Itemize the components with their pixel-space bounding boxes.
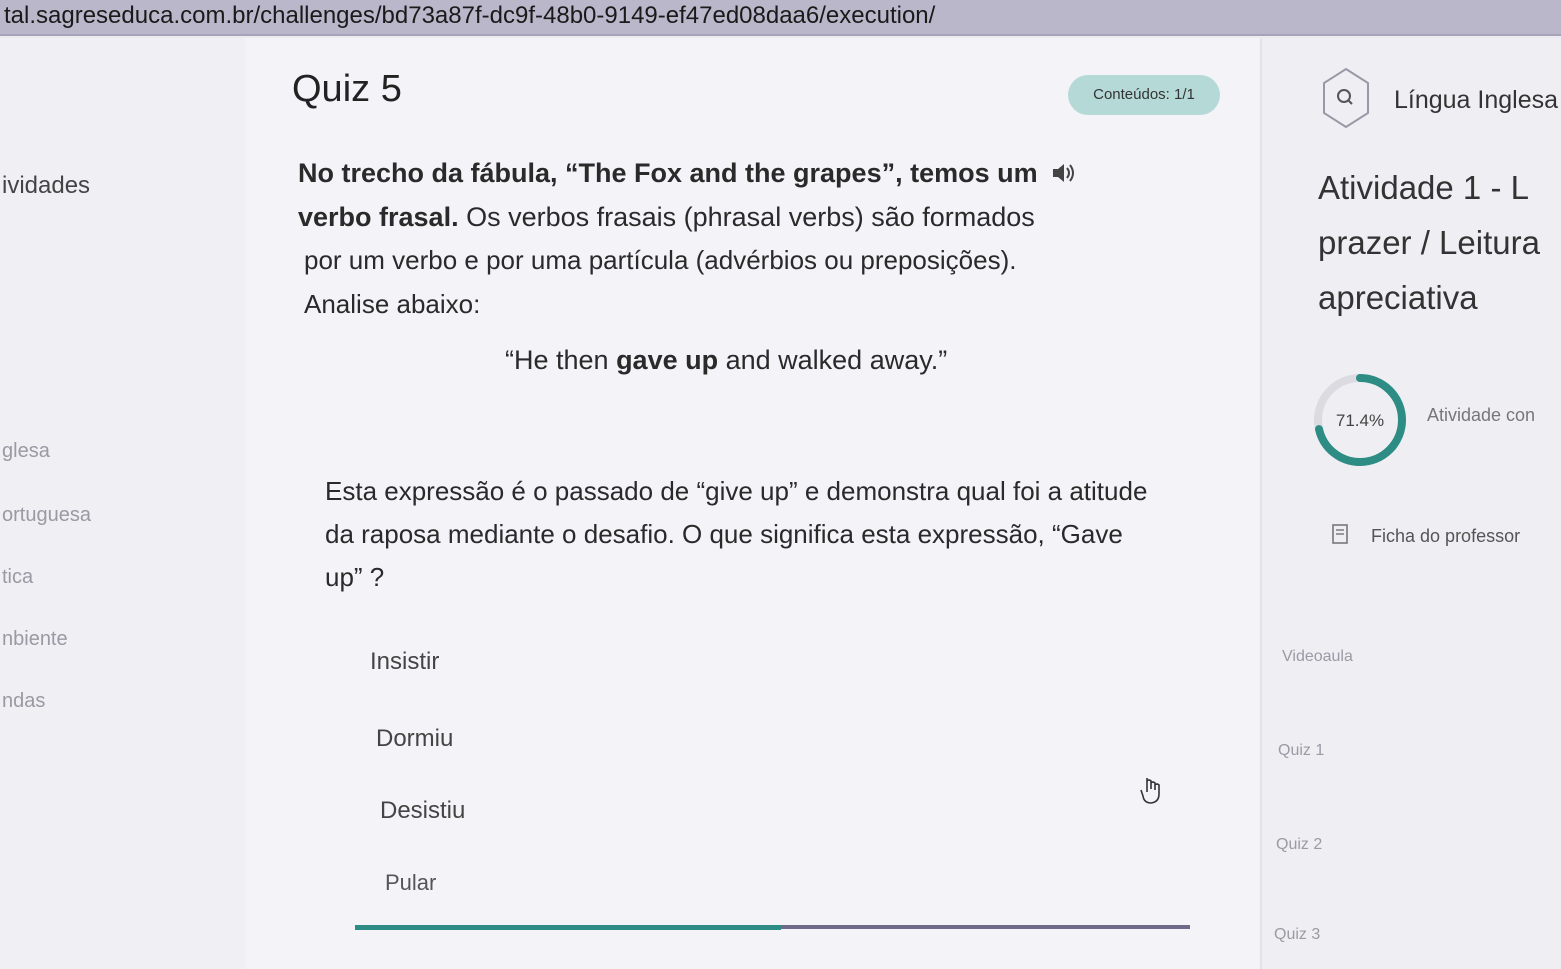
hand-cursor-icon <box>1138 775 1166 812</box>
subject-label: Língua Inglesa <box>1394 86 1559 114</box>
quote-start: “He then <box>505 345 617 375</box>
activity-title-line3: apreciativa <box>1318 279 1478 316</box>
sidebar-item-activities[interactable]: ividades <box>2 172 90 200</box>
question-normal-text: por um verbo e por uma partícula (advérb… <box>304 245 1017 275</box>
right-item-quiz-2[interactable]: Quiz 2 <box>1276 836 1322 854</box>
quote-text: “He then gave up and walked away.” <box>505 345 947 376</box>
sidebar-item-portuguese[interactable]: ortuguesa <box>2 504 91 527</box>
right-item-videoaula[interactable]: Videoaula <box>1282 648 1353 666</box>
answer-option-desistiu[interactable]: Desistiu <box>380 797 465 825</box>
sidebar: ividades glesa ortuguesa tica nbiente nd… <box>0 38 245 969</box>
browser-address-bar[interactable]: tal.sagreseduca.com.br/challenges/bd73a8… <box>0 0 1561 36</box>
sidebar-item-math[interactable]: tica <box>2 566 33 589</box>
progress-remaining <box>781 925 1190 929</box>
quote-highlight: gave up <box>616 345 719 375</box>
activity-title-line2: prazer / Leitura <box>1318 224 1540 261</box>
sidebar-item-environment[interactable]: nbiente <box>2 628 68 651</box>
question-bold-text-2: verbo frasal. <box>298 201 459 232</box>
sidebar-item-other[interactable]: ndas <box>2 690 45 713</box>
answer-option-insistir[interactable]: Insistir <box>370 648 439 676</box>
completion-percent: 71.4% <box>1336 411 1384 430</box>
answer-option-dormiu[interactable]: Dormiu <box>376 725 453 753</box>
contents-badge[interactable]: Conteúdos: 1/1 <box>1068 75 1220 115</box>
hexagon-search-icon <box>1322 66 1370 130</box>
completion-ring: 71.4% <box>1314 374 1406 466</box>
skip-button[interactable]: Pular <box>385 870 436 896</box>
quote-end: and walked away.” <box>718 345 948 375</box>
question-prompt: Analise abaixo: <box>304 289 481 319</box>
question-body: por um verbo e por uma partícula (advérb… <box>304 238 1184 326</box>
question-explanation: Esta expressão é o passado de “give up” … <box>325 476 1148 592</box>
question-bold-text: No trecho da fábula, “The Fox and the gr… <box>298 158 1038 188</box>
url-text: tal.sagreseduca.com.br/challenges/bd73a8… <box>4 2 936 29</box>
sidebar-item-english[interactable]: glesa <box>2 440 50 463</box>
activity-title: Atividade 1 - L prazer / Leitura aprecia… <box>1318 160 1561 325</box>
right-item-quiz-1[interactable]: Quiz 1 <box>1278 742 1324 760</box>
question-heading: No trecho da fábula, “The Fox and the gr… <box>298 152 1198 238</box>
completion-label: Atividade con <box>1427 405 1536 425</box>
question-continuation: Os verbos frasais (phrasal verbs) são fo… <box>458 201 1035 232</box>
right-item-quiz-3[interactable]: Quiz 3 <box>1274 926 1320 944</box>
quiz-progress-bar <box>355 925 1190 930</box>
progress-fill <box>355 925 781 930</box>
document-icon <box>1330 524 1357 549</box>
speaker-icon[interactable] <box>1051 154 1077 196</box>
activity-title-line1: Atividade 1 - L <box>1318 169 1529 206</box>
quiz-title: Quiz 5 <box>292 68 402 110</box>
teacher-sheet-label: Ficha do professor <box>1371 526 1521 546</box>
teacher-sheet-link[interactable]: Ficha do professor <box>1330 523 1520 550</box>
